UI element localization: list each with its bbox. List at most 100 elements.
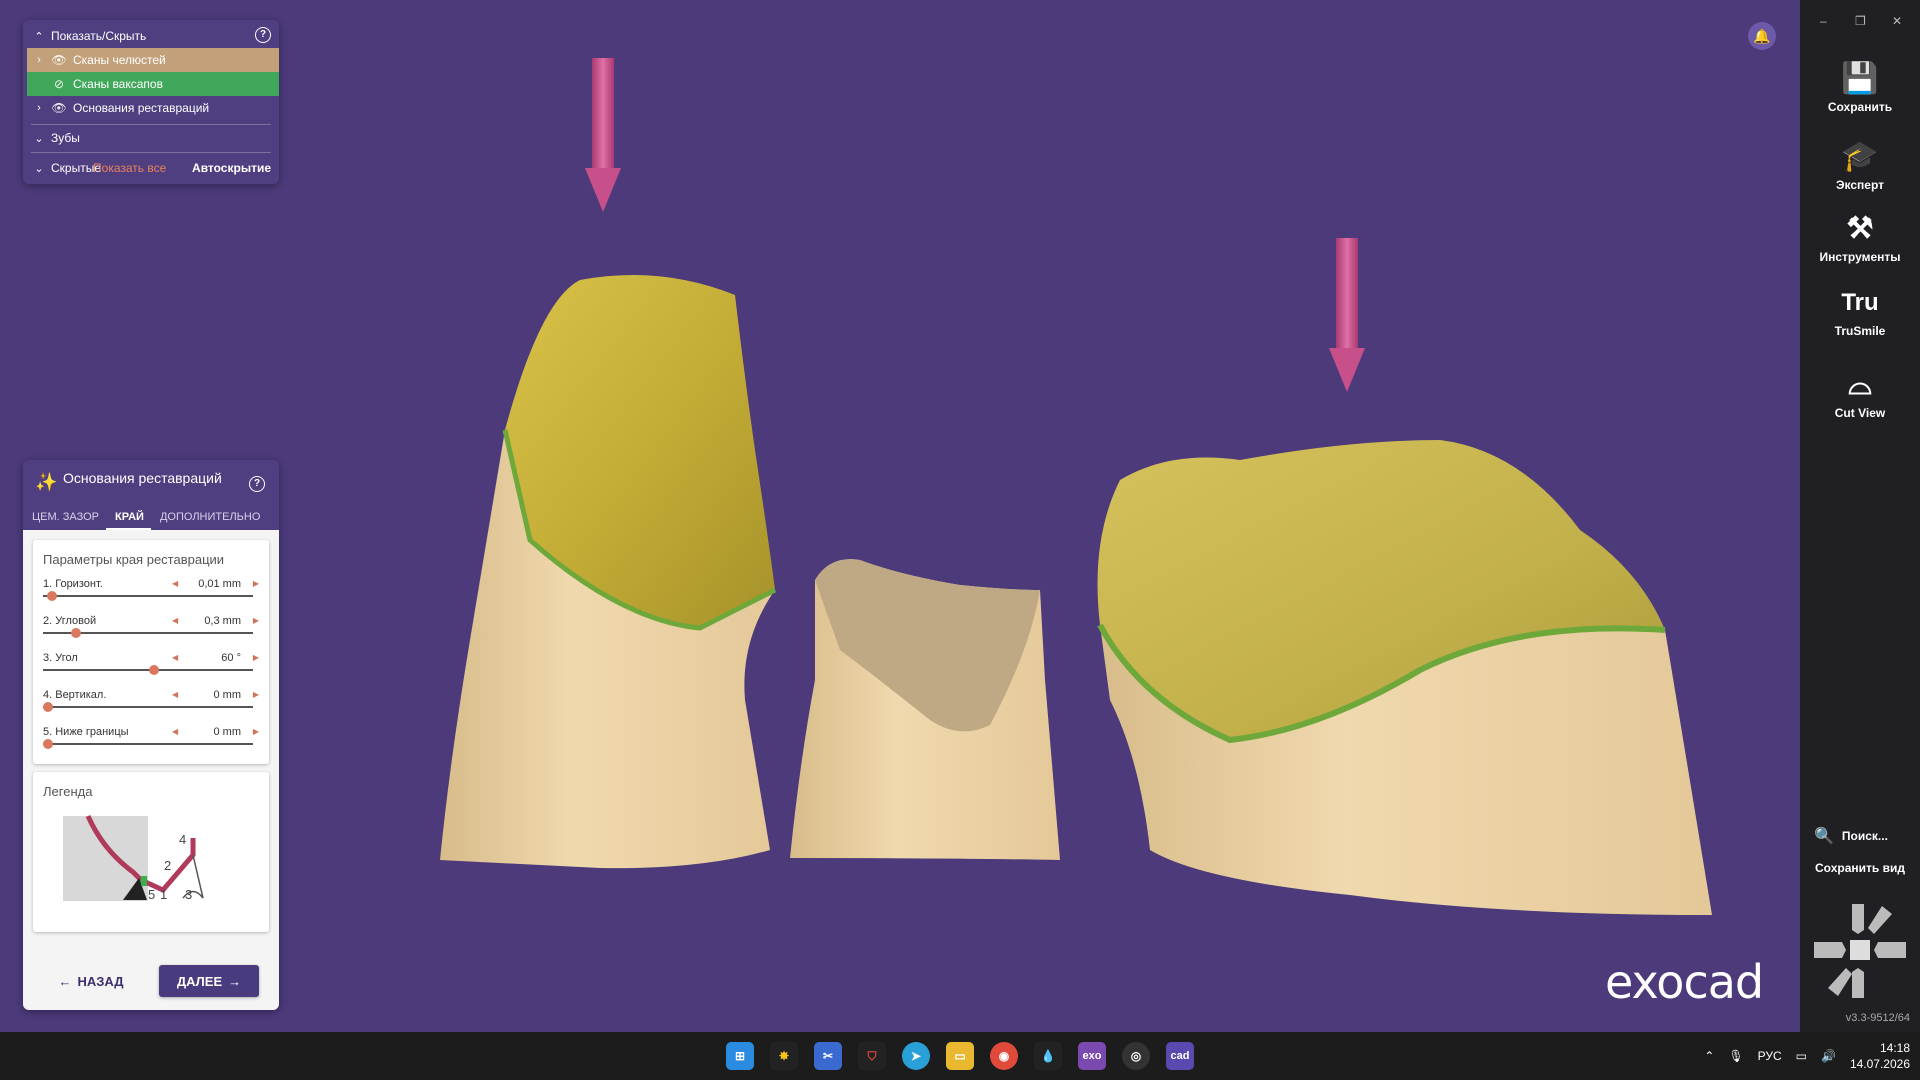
chevron-down-icon[interactable]: ⌄ (33, 132, 45, 145)
param-row: 5. Ниже границы ◀ 0 mm ▶ (43, 726, 263, 756)
file-explorer-icon[interactable]: ▭ (946, 1042, 974, 1070)
cad-app-icon[interactable]: cad (1166, 1042, 1194, 1070)
group-label: Зубы (51, 131, 80, 145)
chevron-right-icon[interactable]: › (33, 102, 45, 114)
show-hide-title: Показать/Скрыть (51, 29, 147, 43)
group-teeth[interactable]: ⌄ Зубы (27, 126, 279, 150)
search-button[interactable]: 🔍 Поиск... (1814, 826, 1888, 846)
eye-icon[interactable]: 👁 (51, 101, 67, 115)
group-hidden[interactable]: ⌄ Скрытые Показать все Автоскрытие (27, 156, 279, 180)
eye-hidden-icon[interactable]: ⊘ (51, 77, 67, 91)
param-slider[interactable] (43, 706, 253, 708)
save-button[interactable]: 💾 Сохранить (1800, 60, 1920, 114)
snipping-icon[interactable]: ✂ (814, 1042, 842, 1070)
slider-handle[interactable] (71, 628, 81, 638)
margin-params-card: Параметры края реставрации 1. Горизонт. ◀… (33, 540, 269, 764)
param-value[interactable]: 0,3 mm (181, 615, 241, 627)
increment-icon[interactable]: ▶ (253, 579, 259, 588)
trusmile-icon: Tru (1841, 289, 1879, 316)
right-sidebar: – ❐ ✕ 💾 Сохранить 🎓 Эксперт ⚒ Инструмент… (1800, 0, 1920, 1032)
chevron-up-icon[interactable]: ⌃ (1704, 1049, 1714, 1063)
minimize-icon[interactable]: – (1820, 14, 1827, 28)
close-icon[interactable]: ✕ (1892, 14, 1902, 28)
layer-jaw-scans[interactable]: › 👁 Сканы челюстей (27, 48, 279, 72)
param-value[interactable]: 60 ° (181, 652, 241, 664)
param-slider[interactable] (43, 669, 253, 671)
param-slider[interactable] (43, 595, 253, 597)
camera-app-icon[interactable]: ◎ (1122, 1042, 1150, 1070)
next-button[interactable]: ДАЛЕЕ → (159, 965, 259, 997)
slider-handle[interactable] (43, 739, 53, 749)
param-value[interactable]: 0 mm (181, 726, 242, 738)
network-icon[interactable]: ▭ (1796, 1049, 1807, 1063)
param-slider[interactable] (43, 743, 253, 745)
tab-margin[interactable]: КРАЙ (106, 508, 151, 530)
param-label: 3. Угол (43, 652, 78, 664)
version-label: v3.3-9512/64 (1845, 1012, 1910, 1024)
telegram-icon[interactable]: ➤ (902, 1042, 930, 1070)
volume-icon[interactable]: 🔊 (1821, 1049, 1836, 1063)
layer-wax-scans[interactable]: ⊘ Сканы ваксапов (27, 72, 279, 96)
increment-icon[interactable]: ▶ (253, 616, 259, 625)
save-icon: 💾 (1841, 62, 1879, 95)
tab-bar: ЦЕМ. ЗАЗОР КРАЙ ДОПОЛНИТЕЛЬНО (23, 508, 279, 530)
chevron-right-icon[interactable]: › (33, 54, 45, 66)
language-indicator[interactable]: РУС (1758, 1049, 1782, 1063)
search-icon: 🔍 (1814, 828, 1834, 845)
chevron-down-icon[interactable]: ⌄ (33, 162, 45, 175)
layer-restoration-bases[interactable]: › 👁 Основания реставраций (27, 96, 279, 120)
chrome-icon[interactable]: ◉ (990, 1042, 1018, 1070)
notification-bell-icon[interactable]: 🔔 (1748, 22, 1776, 50)
color-app-icon[interactable]: 💧 (1034, 1042, 1062, 1070)
show-all-link[interactable]: Показать все (93, 161, 166, 175)
decrement-icon[interactable]: ◀ (172, 690, 178, 699)
save-view-button[interactable]: Сохранить вид (1800, 861, 1920, 875)
back-button[interactable]: ← НАЗАД (47, 965, 135, 997)
slider-handle[interactable] (47, 591, 57, 601)
param-row: 3. Угол ◀ 60 ° ▶ (43, 652, 263, 682)
exocad-logo: exocad (1605, 955, 1764, 1009)
show-hide-header[interactable]: ⌃ Показать/Скрыть (27, 24, 279, 48)
divider (31, 152, 271, 153)
cut-view-button[interactable]: ⌓ Cut View (1800, 366, 1920, 420)
3d-viewport[interactable]: ⌃ Показать/Скрыть ? › 👁 Сканы челюстей ⊘… (0, 0, 1800, 1032)
shield-app-icon[interactable]: ⛉ (858, 1042, 886, 1070)
help-icon[interactable]: ? (249, 476, 265, 492)
insertion-arrow-right (1329, 238, 1365, 392)
tools-button[interactable]: ⚒ Инструменты (1800, 210, 1920, 264)
eye-icon[interactable]: 👁 (51, 53, 67, 67)
param-row: 1. Горизонт. ◀ 0,01 mm ▶ (43, 578, 263, 608)
param-value[interactable]: 0,01 mm (181, 578, 241, 590)
param-label: 1. Горизонт. (43, 578, 103, 590)
slider-handle[interactable] (43, 702, 53, 712)
graduation-cap-icon: 🎓 (1841, 140, 1879, 173)
decrement-icon[interactable]: ◀ (172, 653, 178, 662)
trusmile-button[interactable]: Tru TruSmile (1800, 284, 1920, 338)
restore-icon[interactable]: ❐ (1855, 14, 1866, 28)
windows-start-icon[interactable]: ⊞ (726, 1042, 754, 1070)
help-icon[interactable]: ? (255, 27, 271, 43)
legend-number: 3 (185, 887, 192, 902)
slider-handle[interactable] (149, 665, 159, 675)
exo-app-icon[interactable]: exo (1078, 1042, 1106, 1070)
divider (31, 124, 271, 125)
view-cube-icon[interactable] (1812, 900, 1908, 1004)
layer-label: Сканы челюстей (73, 53, 166, 67)
param-value[interactable]: 0 mm (181, 689, 242, 701)
decrement-icon[interactable]: ◀ (172, 727, 178, 736)
tools-icon: ⚒ (1846, 212, 1874, 245)
tab-cement-gap[interactable]: ЦЕМ. ЗАЗОР (23, 508, 106, 530)
decrement-icon[interactable]: ◀ (172, 616, 178, 625)
clock[interactable]: 14:18 14.07.2026 (1850, 1040, 1910, 1072)
decrement-icon[interactable]: ◀ (172, 579, 178, 588)
arrow-right-icon: → (228, 973, 242, 989)
increment-icon[interactable]: ▶ (253, 690, 259, 699)
autohide-button[interactable]: Автоскрытие (192, 161, 271, 175)
increment-icon[interactable]: ▶ (253, 653, 259, 662)
expert-button[interactable]: 🎓 Эксперт (1800, 138, 1920, 192)
photo-icon[interactable]: ✸ (770, 1042, 798, 1070)
param-label: 4. Вертикал. (43, 689, 107, 701)
microphone-icon[interactable]: 🎙 (1728, 1049, 1743, 1063)
tab-additional[interactable]: ДОПОЛНИТЕЛЬНО (151, 508, 267, 530)
increment-icon[interactable]: ▶ (253, 727, 259, 736)
